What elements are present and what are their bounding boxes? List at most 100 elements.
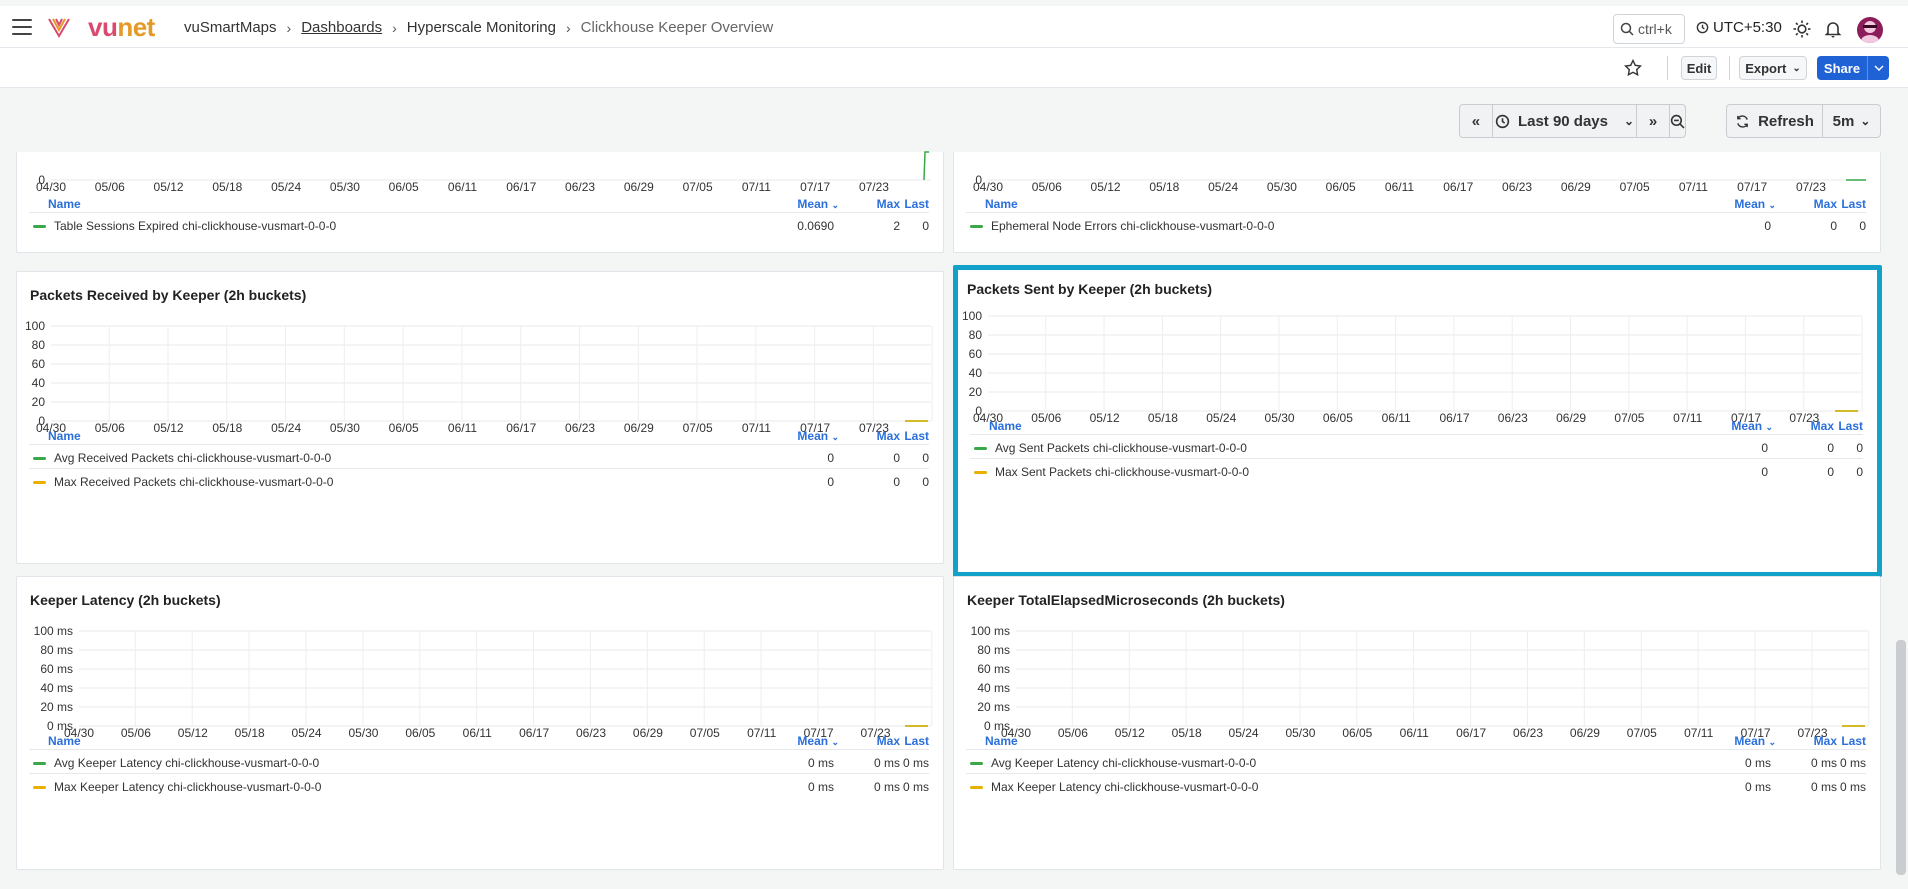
legend-series-name[interactable]: Avg Keeper Latency chi-clickhouse-vusmar… xyxy=(33,756,319,770)
menu-icon[interactable] xyxy=(12,19,32,35)
legend-column-last[interactable]: Last xyxy=(904,429,929,443)
theme-toggle-icon[interactable] xyxy=(1793,20,1811,38)
x-tick-label: 07/11 xyxy=(1684,726,1713,740)
legend-last-value: 0 xyxy=(1856,465,1863,479)
legend-max-value: 0 ms xyxy=(873,780,900,794)
export-button[interactable]: Export ⌄ xyxy=(1739,56,1807,80)
legend-column-last[interactable]: Last xyxy=(1841,197,1866,211)
legend-column-last[interactable]: Last xyxy=(1841,734,1866,748)
legend-series-name[interactable]: Avg Sent Packets chi-clickhouse-vusmart-… xyxy=(974,441,1247,455)
legend-column-mean[interactable]: Mean ⌄ xyxy=(1734,734,1776,748)
legend-series-name[interactable]: Max Keeper Latency chi-clickhouse-vusmar… xyxy=(970,780,1258,794)
chevron-down-icon: ⌄ xyxy=(1768,200,1776,210)
legend-column-mean[interactable]: Mean ⌄ xyxy=(797,734,839,748)
x-tick-label: 05/18 xyxy=(1172,726,1202,740)
x-tick-label: 07/05 xyxy=(683,421,713,435)
legend-mean-label: Mean xyxy=(797,197,829,211)
legend-column-max[interactable]: Max xyxy=(877,734,900,748)
legend-max-value: 0 ms xyxy=(873,756,900,770)
x-tick-label: 07/11 xyxy=(747,726,776,740)
legend-mean-value: 0 xyxy=(1764,219,1771,233)
legend-column-name[interactable]: Name xyxy=(48,197,81,211)
time-back-button[interactable]: « xyxy=(1460,105,1493,137)
x-tick-label: 06/05 xyxy=(405,726,435,740)
x-tick-label: 07/23 xyxy=(859,180,889,194)
x-tick-label: 05/18 xyxy=(1148,411,1178,425)
search-button[interactable]: ctrl+k xyxy=(1613,14,1685,44)
legend-column-last[interactable]: Last xyxy=(904,734,929,748)
user-avatar[interactable] xyxy=(1857,17,1883,43)
series-color-swatch xyxy=(970,225,983,229)
legend-series-label: Max Keeper Latency chi-clickhouse-vusmar… xyxy=(54,780,322,794)
share-dropdown-chevron-icon[interactable] xyxy=(1867,56,1889,80)
legend-row-divider xyxy=(29,444,929,445)
legend-series-name[interactable]: Avg Received Packets chi-clickhouse-vusm… xyxy=(33,451,331,465)
panel-keeper-elapsed-microseconds: Keeper TotalElapsedMicroseconds (2h buck… xyxy=(953,576,1881,870)
zoom-out-button[interactable] xyxy=(1670,105,1685,137)
y-tick-label: 80 xyxy=(969,328,983,342)
legend-column-mean[interactable]: Mean ⌄ xyxy=(1734,197,1776,211)
legend-column-name[interactable]: Name xyxy=(989,419,1022,433)
legend-column-name[interactable]: Name xyxy=(48,429,81,443)
time-range-picker[interactable]: Last 90 days ⌄ xyxy=(1493,105,1638,137)
x-tick-label: 06/11 xyxy=(448,421,477,435)
x-tick-label: 06/11 xyxy=(1385,180,1414,194)
edit-button[interactable]: Edit xyxy=(1681,56,1717,80)
star-icon[interactable] xyxy=(1624,59,1642,77)
time-forward-button[interactable]: » xyxy=(1637,105,1670,137)
timezone-button[interactable]: UTC+5:30 xyxy=(1696,19,1782,36)
series-color-swatch xyxy=(33,225,46,229)
x-tick-label: 06/11 xyxy=(463,726,492,740)
x-tick-label: 05/06 xyxy=(95,421,125,435)
series-line xyxy=(923,151,929,181)
panel-title[interactable]: Keeper Latency (2h buckets) xyxy=(30,592,221,608)
breadcrumb-item-folder[interactable]: Hyperscale Monitoring xyxy=(407,19,556,36)
legend-row-divider xyxy=(29,468,929,469)
y-tick-label: 40 ms xyxy=(977,681,1010,695)
legend-column-max[interactable]: Max xyxy=(877,429,900,443)
legend-column-max[interactable]: Max xyxy=(877,197,900,211)
legend-column-max[interactable]: Max xyxy=(1811,419,1834,433)
legend-series-name[interactable]: Max Sent Packets chi-clickhouse-vusmart-… xyxy=(974,465,1249,479)
legend-column-mean[interactable]: Mean ⌄ xyxy=(797,429,839,443)
legend-series-name[interactable]: Max Received Packets chi-clickhouse-vusm… xyxy=(33,475,333,489)
legend-max-value: 0 xyxy=(893,451,900,465)
y-tick-label: 100 ms xyxy=(971,624,1010,638)
legend-column-mean[interactable]: Mean ⌄ xyxy=(797,197,839,211)
legend-series-name[interactable]: Table Sessions Expired chi-clickhouse-vu… xyxy=(33,219,336,233)
legend-column-max[interactable]: Max xyxy=(1814,734,1837,748)
legend-column-last[interactable]: Last xyxy=(904,197,929,211)
legend-series-name[interactable]: Ephemeral Node Errors chi-clickhouse-vus… xyxy=(970,219,1274,233)
panel-title[interactable]: Packets Sent by Keeper (2h buckets) xyxy=(967,281,1212,297)
legend-column-last[interactable]: Last xyxy=(1838,419,1863,433)
x-tick-label: 07/05 xyxy=(1627,726,1657,740)
y-tick-label: 20 ms xyxy=(977,700,1010,714)
page-scrollbar[interactable] xyxy=(1896,640,1906,875)
x-tick-label: 05/18 xyxy=(212,421,242,435)
y-tick-label: 60 xyxy=(32,357,46,371)
legend-column-max[interactable]: Max xyxy=(1814,197,1837,211)
refresh-button[interactable]: Refresh xyxy=(1727,105,1823,137)
panel-title[interactable]: Keeper TotalElapsedMicroseconds (2h buck… xyxy=(967,592,1285,608)
x-tick-label: 06/29 xyxy=(624,180,654,194)
legend-series-name[interactable]: Max Keeper Latency chi-clickhouse-vusmar… xyxy=(33,780,321,794)
legend-max-value: 0 ms xyxy=(1810,756,1837,770)
breadcrumb-item-home[interactable]: vuSmartMaps xyxy=(184,19,277,36)
legend-column-name[interactable]: Name xyxy=(48,734,81,748)
brand-logo-text[interactable]: vunet xyxy=(88,14,155,40)
breadcrumb-item-dashboards[interactable]: Dashboards xyxy=(301,19,382,36)
legend-max-value: 0 xyxy=(893,475,900,489)
legend-series-name[interactable]: Avg Keeper Latency chi-clickhouse-vusmar… xyxy=(970,756,1256,770)
legend-column-name[interactable]: Name xyxy=(985,734,1018,748)
legend-mean-label: Mean xyxy=(797,429,829,443)
legend-column-name[interactable]: Name xyxy=(985,197,1018,211)
panel-title[interactable]: Packets Received by Keeper (2h buckets) xyxy=(30,287,306,303)
refresh-label: Refresh xyxy=(1758,112,1814,130)
refresh-interval-select[interactable]: 5m ⌄ xyxy=(1823,105,1880,137)
x-tick-label: 05/30 xyxy=(348,726,378,740)
x-tick-label: 06/23 xyxy=(1513,726,1543,740)
share-button[interactable]: Share xyxy=(1817,56,1889,80)
notification-bell-icon[interactable] xyxy=(1824,20,1842,38)
x-tick-label: 06/05 xyxy=(1323,411,1353,425)
legend-column-mean[interactable]: Mean ⌄ xyxy=(1731,419,1773,433)
